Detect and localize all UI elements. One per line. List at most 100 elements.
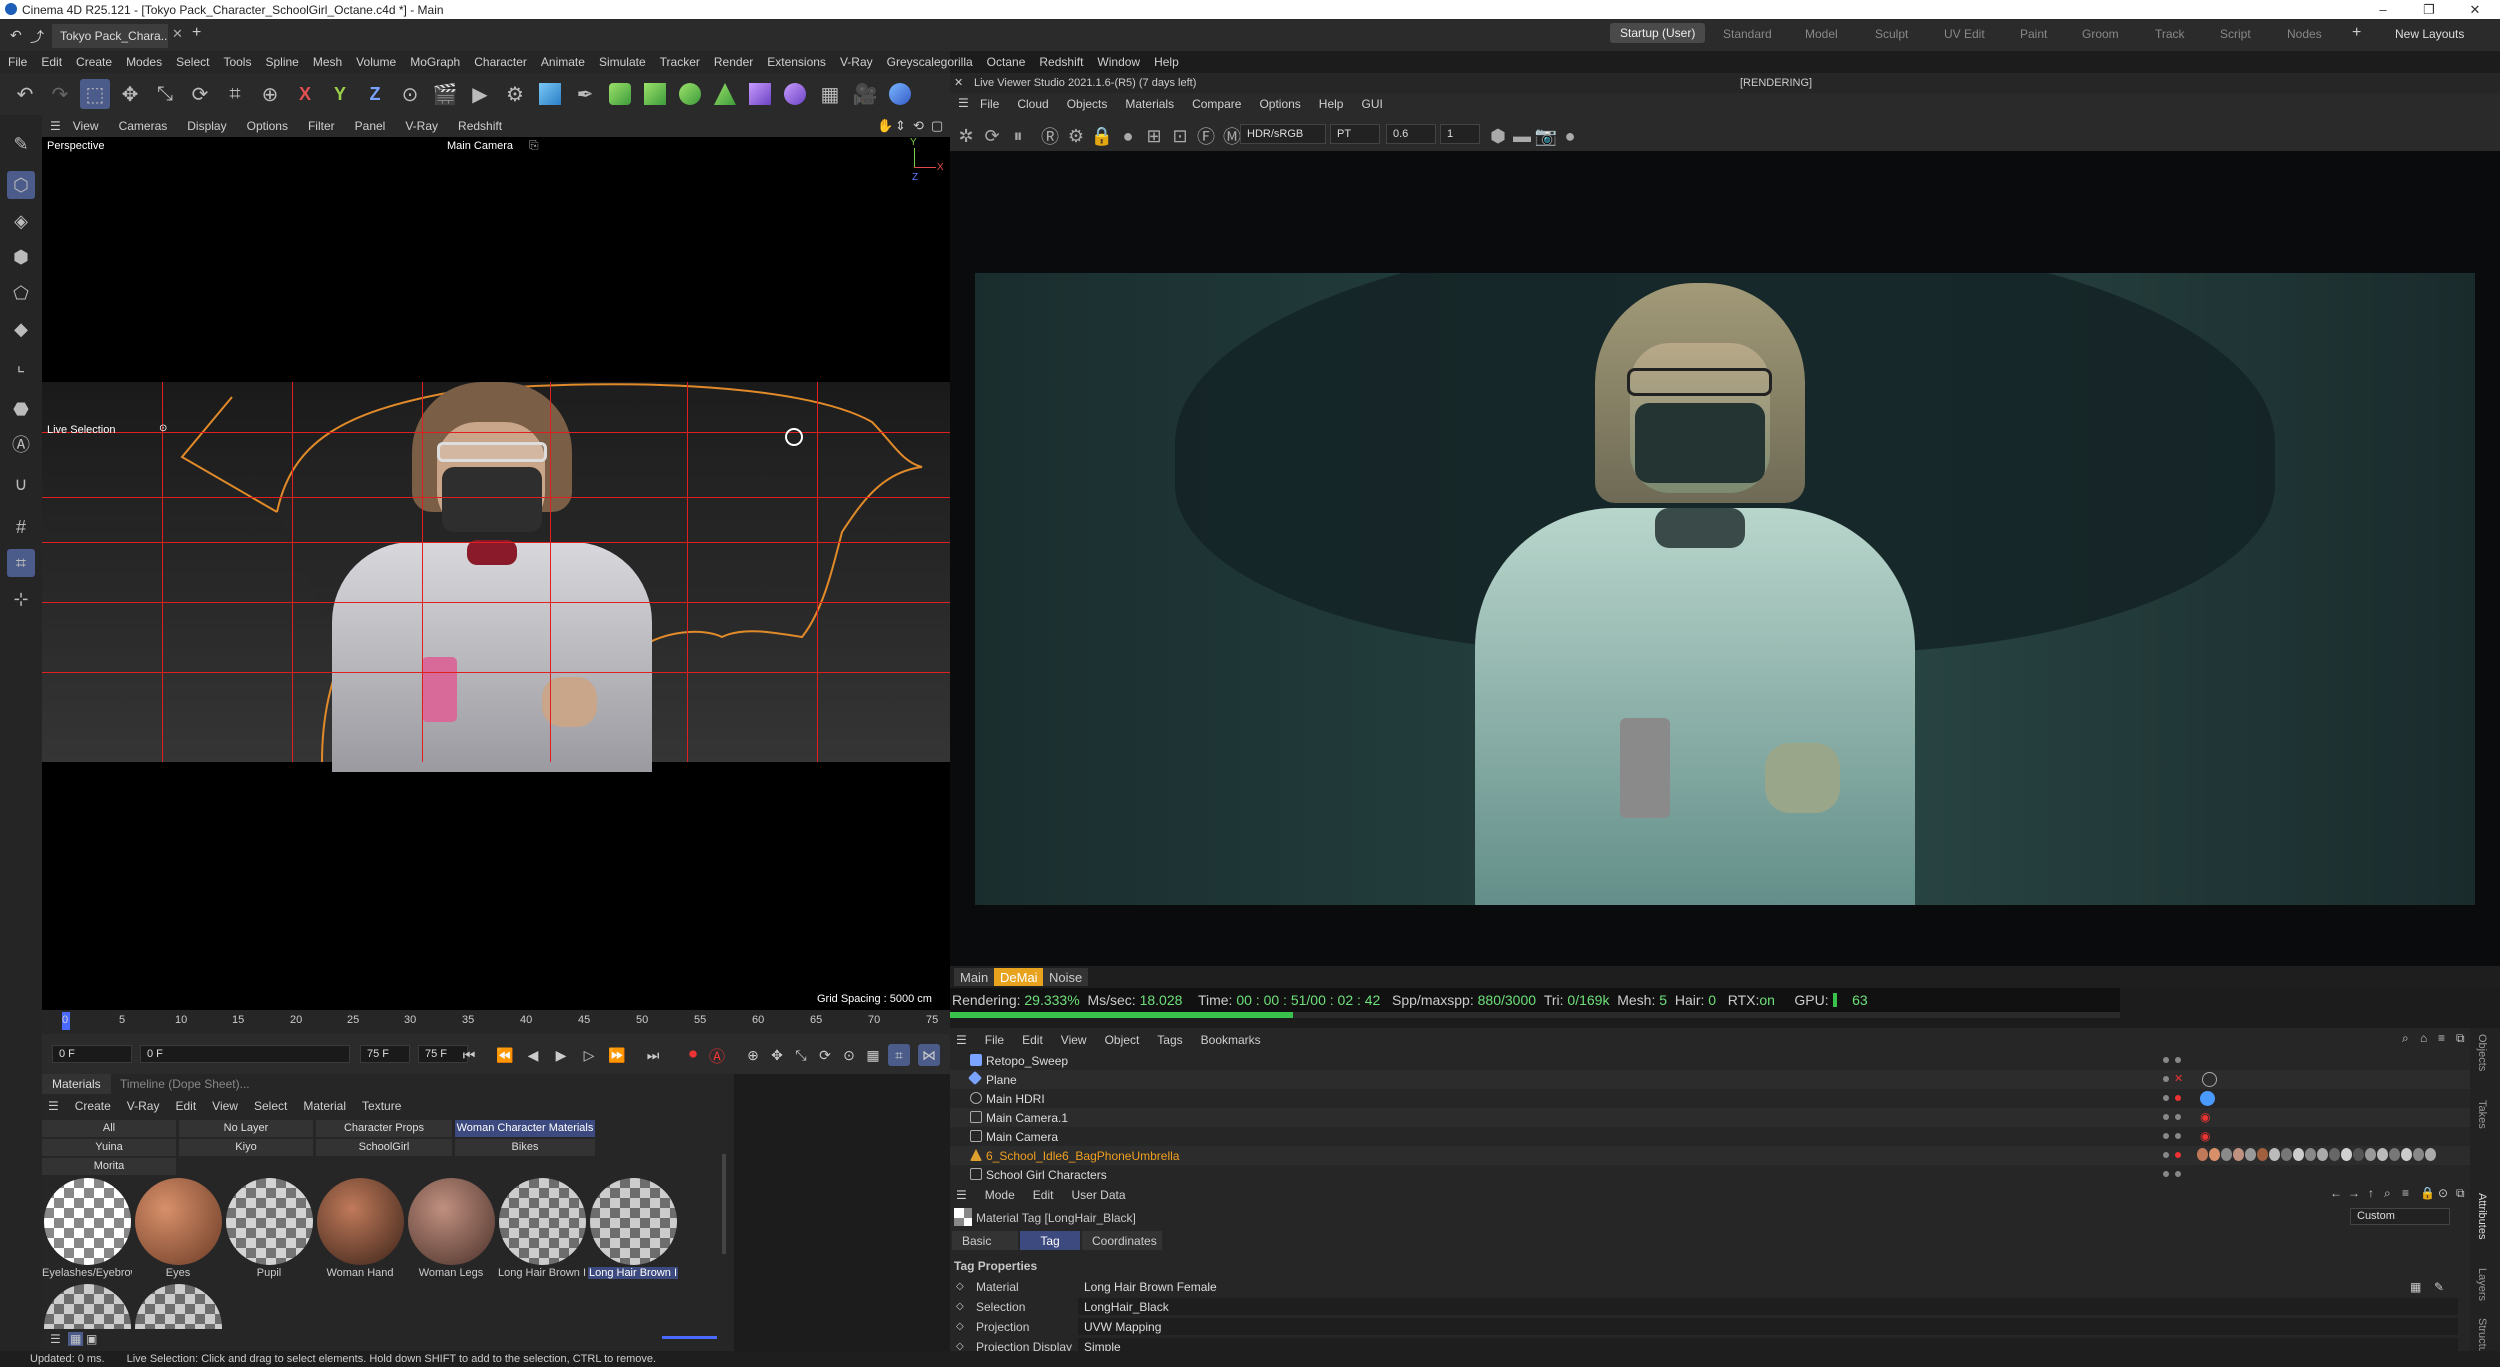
material-swatch[interactable] bbox=[135, 1178, 222, 1265]
menu-simulate[interactable]: Simulate bbox=[599, 55, 646, 69]
solo-icon[interactable]: ⬣ bbox=[7, 395, 35, 423]
snap-icon[interactable]: ∪ bbox=[7, 470, 35, 498]
point-mode-icon[interactable]: ⬢ bbox=[7, 243, 35, 271]
film-region-icon[interactable]: ⊡ bbox=[1168, 124, 1192, 148]
render-tab-noise[interactable]: Noise bbox=[1043, 968, 1089, 986]
polygon-mode-icon[interactable]: ◆ bbox=[7, 315, 35, 343]
attr-lock-icon[interactable]: 🔒 bbox=[2420, 1186, 2435, 1200]
close-tab-icon[interactable]: ✕ bbox=[172, 26, 183, 42]
cloner-icon[interactable] bbox=[675, 79, 705, 109]
viewport-layout-icon[interactable]: ▢ bbox=[931, 118, 943, 134]
tool-options-icon[interactable]: ⊙ bbox=[159, 423, 167, 434]
current-frame-field[interactable]: 0 F bbox=[52, 1045, 132, 1063]
lv-hamburger-icon[interactable]: ☰ bbox=[958, 96, 969, 110]
materials-tab[interactable]: Materials bbox=[42, 1074, 111, 1094]
viewport-menu-cameras[interactable]: Cameras bbox=[119, 119, 168, 133]
render-dot[interactable] bbox=[2175, 1152, 2181, 1158]
attr-search-icon[interactable]: ⌕ bbox=[2384, 1186, 2391, 1201]
menu-volume[interactable]: Volume bbox=[356, 55, 396, 69]
menu-help[interactable]: Help bbox=[1154, 55, 1179, 69]
material-tag-thumbnail[interactable] bbox=[2245, 1148, 2256, 1161]
exposure-field[interactable]: 0.6 bbox=[1386, 124, 1436, 144]
attr-menu-mode[interactable]: Mode bbox=[985, 1188, 1015, 1202]
spline-deformer-icon[interactable] bbox=[780, 79, 810, 109]
material-tag-thumbnail[interactable] bbox=[2353, 1148, 2364, 1161]
lv-menu-compare[interactable]: Compare bbox=[1192, 97, 1241, 111]
animate-diamond-icon[interactable]: ◇ bbox=[956, 1301, 964, 1312]
viewport-rotate-icon[interactable]: ⟲ bbox=[913, 118, 924, 134]
render-dot[interactable] bbox=[2175, 1171, 2181, 1177]
menu-greyscalegorilla[interactable]: Greyscalegorilla bbox=[887, 55, 973, 69]
object-row[interactable]: Main Camera.1 ◉ bbox=[950, 1108, 2470, 1127]
lv-menu-objects[interactable]: Objects bbox=[1067, 97, 1108, 111]
layer-filter-character-props[interactable]: Character Props bbox=[316, 1120, 452, 1137]
close-window-button[interactable]: ✕ bbox=[2452, 0, 2498, 19]
material-tag-thumbnail[interactable] bbox=[2233, 1148, 2244, 1161]
auto-key-icon[interactable]: Ⓐ bbox=[706, 1044, 728, 1066]
layout-tab-nodes[interactable]: Nodes bbox=[2287, 27, 2322, 41]
mat-menu-view[interactable]: View bbox=[212, 1099, 238, 1113]
filter-icon[interactable]: ≡ bbox=[2438, 1031, 2445, 1045]
menu-character[interactable]: Character bbox=[474, 55, 527, 69]
animate-diamond-icon[interactable]: ◇ bbox=[956, 1321, 964, 1332]
layout-tab-script[interactable]: Script bbox=[2220, 27, 2251, 41]
material-tag-thumbnail[interactable] bbox=[2269, 1148, 2280, 1161]
new-tab-icon[interactable]: + bbox=[192, 24, 201, 42]
keyframe-selection-icon[interactable]: ⊕ bbox=[742, 1044, 764, 1066]
lv-menu-materials[interactable]: Materials bbox=[1125, 97, 1174, 111]
material-link-field[interactable]: Long Hair Brown Female bbox=[1078, 1278, 2458, 1295]
attr-new-panel-icon[interactable]: ⧉ bbox=[2456, 1186, 2465, 1201]
coordinate-system-icon[interactable]: ⊙ bbox=[395, 79, 425, 109]
lv-menu-file[interactable]: File bbox=[980, 97, 999, 111]
settings-icon[interactable]: ⚙ bbox=[1064, 124, 1088, 148]
field-icon[interactable] bbox=[710, 79, 740, 109]
uv-mode-icon[interactable]: ⌞ bbox=[7, 351, 35, 379]
move-icon[interactable]: ✥ bbox=[115, 79, 145, 109]
menu-tracker[interactable]: Tracker bbox=[660, 55, 700, 69]
obj-menu-view[interactable]: View bbox=[1061, 1033, 1087, 1047]
menu-spline[interactable]: Spline bbox=[265, 55, 298, 69]
attr-tab-tag[interactable]: Tag bbox=[1020, 1231, 1080, 1250]
attr-preset-select[interactable]: Custom bbox=[2350, 1208, 2450, 1225]
attr-hamburger-icon[interactable]: ☰ bbox=[956, 1188, 967, 1202]
thumbnail-size-slider[interactable] bbox=[662, 1336, 717, 1339]
next-key-icon[interactable]: ⏩ bbox=[606, 1044, 628, 1066]
object-row[interactable]: School Girl Characters bbox=[950, 1165, 2470, 1184]
visibility-dot[interactable] bbox=[2163, 1095, 2169, 1101]
document-tab[interactable]: Tokyo Pack_Chara... bbox=[52, 24, 168, 48]
menu-octane[interactable]: Octane bbox=[987, 55, 1026, 69]
layout-tab-uv-edit[interactable]: UV Edit bbox=[1944, 27, 1985, 41]
layer-filter-yuina[interactable]: Yuina bbox=[42, 1139, 176, 1156]
z-axis-lock-button[interactable]: Z bbox=[360, 79, 390, 109]
mat-menu-material[interactable]: Material bbox=[303, 1099, 346, 1113]
materials-hamburger-icon[interactable]: ☰ bbox=[48, 1099, 59, 1113]
attr-tab-coordinates[interactable]: Coordinates bbox=[1082, 1231, 1162, 1250]
live-viewer-canvas[interactable] bbox=[950, 151, 2500, 966]
layer-filter-bikes[interactable]: Bikes bbox=[455, 1139, 595, 1156]
scale-key-icon[interactable]: ⤡ bbox=[790, 1044, 812, 1066]
material-tag-thumbnail[interactable] bbox=[2365, 1148, 2376, 1161]
back-arrow-icon[interactable]: ← bbox=[2330, 1186, 2342, 1200]
material-tag-thumbnail[interactable] bbox=[2377, 1148, 2388, 1161]
menu-tools[interactable]: Tools bbox=[223, 55, 251, 69]
obj-hamburger-icon[interactable]: ☰ bbox=[956, 1033, 967, 1047]
lock-icon[interactable]: 🔒 bbox=[1090, 124, 1114, 148]
layer-filter-all[interactable]: All bbox=[42, 1120, 176, 1137]
visibility-dot[interactable] bbox=[2163, 1057, 2169, 1063]
play-icon[interactable]: ▶ bbox=[550, 1044, 572, 1066]
camera-tag-icon[interactable]: ◉ bbox=[2200, 1129, 2210, 1143]
attr-menu-edit[interactable]: Edit bbox=[1033, 1188, 1054, 1202]
channel-icon[interactable]: ⬢ bbox=[1486, 124, 1510, 148]
grid-view-icon[interactable]: ▦ bbox=[68, 1332, 84, 1346]
menu-extensions[interactable]: Extensions bbox=[767, 55, 826, 69]
end-frame-field[interactable]: 75 F bbox=[360, 1045, 410, 1063]
mat-menu-select[interactable]: Select bbox=[254, 1099, 287, 1113]
material-tag-thumbnail[interactable] bbox=[2293, 1148, 2304, 1161]
minimize-button[interactable]: – bbox=[2360, 0, 2406, 19]
material-tag-thumbnail[interactable] bbox=[2317, 1148, 2328, 1161]
menu-window[interactable]: Window bbox=[1097, 55, 1140, 69]
tag-thumbnail[interactable] bbox=[2200, 1091, 2215, 1106]
point-level-anim-icon[interactable]: ⌗ bbox=[888, 1044, 910, 1066]
camera-icon[interactable]: 🎥 bbox=[850, 79, 880, 109]
large-view-icon[interactable]: ▣ bbox=[86, 1332, 97, 1346]
